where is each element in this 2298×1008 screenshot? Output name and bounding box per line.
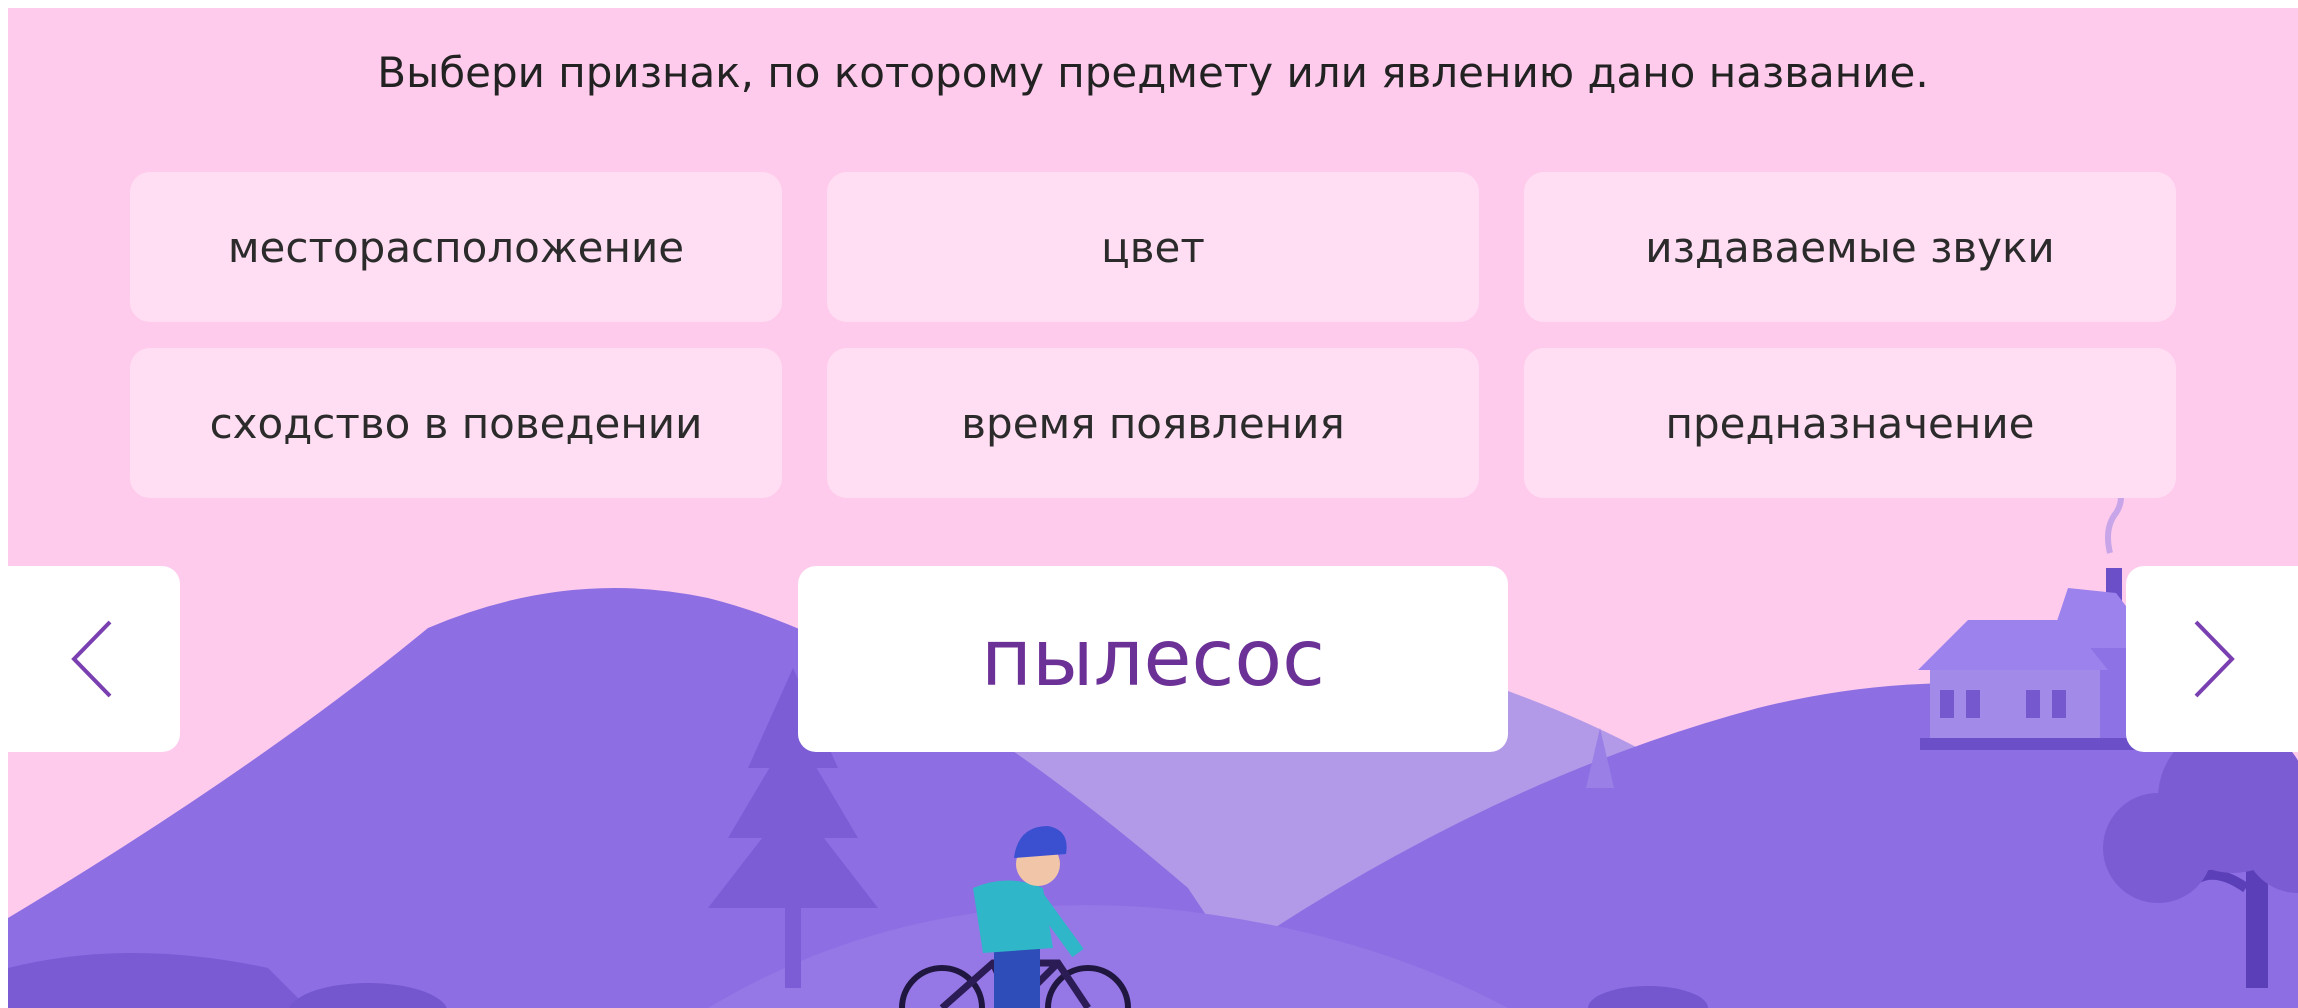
- task-prompt: Выбери признак, по которому предмету или…: [377, 48, 1929, 97]
- option-purpose[interactable]: предназначение: [1524, 348, 2176, 498]
- chevron-left-icon: [71, 620, 112, 698]
- word-card: пылесос: [798, 566, 1508, 752]
- option-appearance-time[interactable]: время появления: [827, 348, 1479, 498]
- chevron-right-icon: [2194, 620, 2235, 698]
- landscape-illustration: [8, 476, 2298, 1008]
- option-behavior-similarity[interactable]: сходство в поведении: [130, 348, 782, 498]
- next-button[interactable]: [2126, 566, 2298, 752]
- exercise-stage: Выбери признак, по которому предмету или…: [8, 8, 2298, 1008]
- card-word: пылесос: [981, 614, 1325, 704]
- prev-button[interactable]: [8, 566, 180, 752]
- option-sounds[interactable]: издаваемые звуки: [1524, 172, 2176, 322]
- option-color[interactable]: цвет: [827, 172, 1479, 322]
- option-location[interactable]: месторасположение: [130, 172, 782, 322]
